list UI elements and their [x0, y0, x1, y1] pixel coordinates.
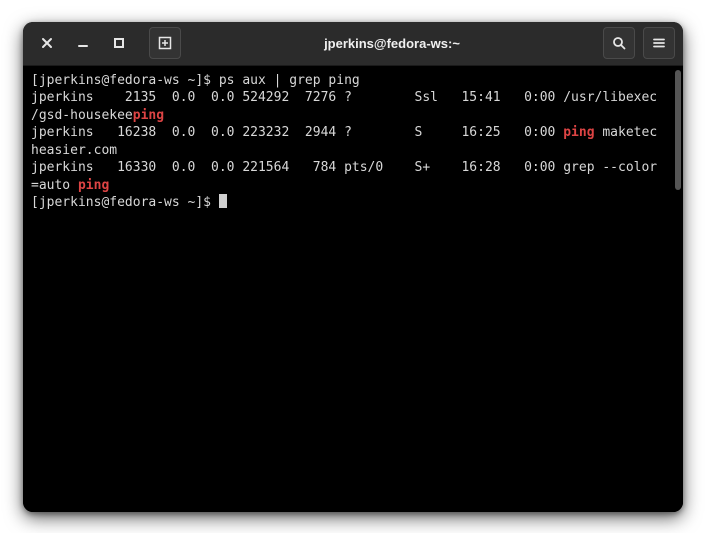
terminal-content-area: [jperkins@fedora-ws ~]$ ps aux | grep pi… [23, 66, 683, 512]
close-button[interactable] [31, 27, 63, 59]
new-tab-button[interactable] [149, 27, 181, 59]
maximize-button[interactable] [103, 27, 135, 59]
prompt-line: [jperkins@fedora-ws ~]$ ps aux | grep pi… [31, 72, 665, 90]
search-button[interactable] [603, 27, 635, 59]
scrollbar-thumb[interactable] [675, 70, 681, 190]
process-row: jperkins 16238 0.0 0.0 223232 2944 ? S 1… [31, 124, 665, 142]
process-row: jperkins 2135 0.0 0.0 524292 7276 ? Ssl … [31, 89, 665, 107]
menu-button[interactable] [643, 27, 675, 59]
minimize-button[interactable] [67, 27, 99, 59]
process-row: jperkins 16330 0.0 0.0 221564 784 pts/0 … [31, 159, 665, 177]
scrollbar[interactable] [673, 66, 683, 512]
process-row-wrap: =auto ping [31, 177, 665, 195]
window-title: jperkins@fedora-ws:~ [185, 36, 599, 51]
cursor [219, 194, 227, 208]
process-row-wrap: heasier.com [31, 142, 665, 160]
titlebar: jperkins@fedora-ws:~ [23, 22, 683, 66]
terminal-output[interactable]: [jperkins@fedora-ws ~]$ ps aux | grep pi… [23, 66, 673, 512]
terminal-window: jperkins@fedora-ws:~ [jperkins@fedora-ws… [23, 22, 683, 512]
process-row-wrap: /gsd-housekeeping [31, 107, 665, 125]
prompt-line: [jperkins@fedora-ws ~]$ [31, 194, 665, 212]
